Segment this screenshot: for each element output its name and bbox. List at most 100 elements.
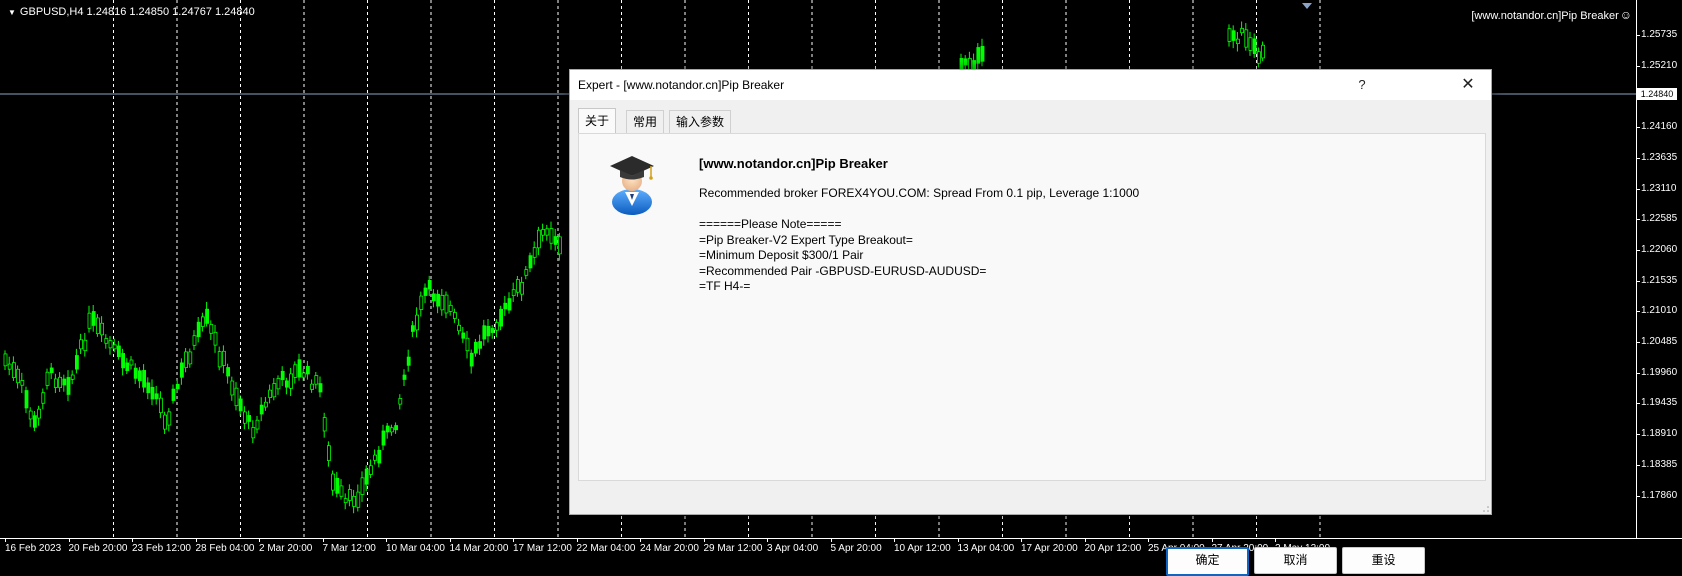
price-tick-label: 1.25735 <box>1635 29 1678 40</box>
candle-body <box>503 302 508 310</box>
graduate-icon <box>610 156 654 215</box>
ok-button[interactable]: 确定 <box>1166 547 1249 576</box>
candle-body <box>1227 28 1232 42</box>
time-tick-label: 29 Mar 12:00 <box>703 538 763 554</box>
candle-body <box>410 325 415 332</box>
candle-body <box>377 449 382 464</box>
candle-body <box>7 363 12 370</box>
tab-about[interactable]: 关于 <box>578 108 617 133</box>
candle-body <box>158 397 163 414</box>
candle-body <box>427 280 432 290</box>
candle-body <box>976 47 981 64</box>
candle-body <box>54 378 58 388</box>
candle-body <box>276 378 281 390</box>
dialog-titlebar[interactable]: Expert - [www.notandor.cn]Pip Breaker ? … <box>570 70 1491 100</box>
candle-body <box>62 378 67 386</box>
candle-body <box>499 308 504 327</box>
candle-body <box>1257 51 1261 64</box>
price-tick-label: 1.22585 <box>1635 213 1678 225</box>
candle-body <box>108 340 113 349</box>
candle-body <box>364 468 369 485</box>
dialog-title: Expert - [www.notandor.cn]Pip Breaker <box>578 78 785 92</box>
resize-grip-icon[interactable] <box>1481 504 1489 512</box>
time-tick-label: 14 Mar 20:00 <box>449 538 509 554</box>
price-tick-label: 1.23110 <box>1635 182 1677 194</box>
candle-body <box>205 308 210 324</box>
chart-shift-marker-icon[interactable] <box>1302 3 1312 9</box>
candle-body <box>516 279 520 293</box>
symbol-quote-text: GBPUSD,H4 1.24816 1.24850 1.24767 1.2484… <box>19 6 255 18</box>
candle-body <box>511 289 516 296</box>
candle-body <box>473 341 478 354</box>
time-tick-label: 20 Feb 20:00 <box>68 538 128 554</box>
time-tick-label: 10 Mar 04:00 <box>386 538 445 554</box>
tab-common[interactable]: 常用 <box>626 110 665 134</box>
candle-body <box>41 392 46 404</box>
candle-body <box>1240 28 1244 34</box>
price-axis[interactable]: 1.257351.252101.246851.241601.236351.231… <box>1635 0 1682 538</box>
candle-body <box>1244 29 1249 48</box>
candle-body <box>394 425 399 431</box>
candle-body <box>356 491 361 508</box>
candle-body <box>100 322 104 336</box>
candle-body <box>96 317 100 335</box>
time-tick-label: 17 Apr 20:00 <box>1021 538 1078 554</box>
candle-body <box>11 362 16 378</box>
candle-body <box>221 350 226 366</box>
candle-body <box>58 376 62 389</box>
candle-body <box>200 316 205 327</box>
candle-body <box>213 331 218 346</box>
candle-body <box>322 417 327 432</box>
help-button[interactable]: ? <box>1348 74 1376 96</box>
candle-body <box>419 295 424 310</box>
candle-body <box>1231 30 1236 41</box>
close-button[interactable]: ✕ <box>1454 74 1482 96</box>
candle-body <box>37 408 41 419</box>
candle-body <box>469 352 474 367</box>
time-tick-label: 17 Mar 12:00 <box>513 538 572 554</box>
cancel-button[interactable]: 取消 <box>1254 547 1337 574</box>
candle-body <box>478 341 483 349</box>
candle-body <box>402 374 407 380</box>
candle-body <box>247 415 252 422</box>
about-panel: [www.notandor.cn]Pip Breaker Recommended… <box>578 133 1486 481</box>
candle-body <box>20 380 25 386</box>
candle-body <box>368 465 373 475</box>
candle-body <box>541 229 545 236</box>
time-tick-label: 3 Apr 04:00 <box>767 538 819 554</box>
candle-body <box>301 372 306 378</box>
candle-body <box>297 359 302 378</box>
candle-body <box>339 485 344 497</box>
candle-body <box>482 325 487 340</box>
time-axis[interactable]: 16 Feb 2023 20 Feb 20:00 23 Feb 12:00 28 Fe… <box>0 538 1682 559</box>
candle-body <box>188 351 193 365</box>
candle-body <box>91 311 96 326</box>
tab-inputs[interactable]: 输入参数 <box>669 110 732 134</box>
candle-body <box>33 415 37 428</box>
triangle-down-icon[interactable]: ▼ <box>8 8 16 17</box>
candle-body <box>494 322 499 331</box>
candle-body <box>524 269 529 276</box>
candle-body <box>406 356 411 366</box>
candle-body <box>192 335 197 346</box>
reset-button[interactable]: 重设 <box>1342 547 1425 574</box>
attached-expert-label[interactable]: [www.notandor.cn]Pip Breaker☺ <box>1471 8 1632 22</box>
candle-body <box>179 362 184 378</box>
candle-body <box>558 236 562 255</box>
candle-body <box>49 367 54 374</box>
candle-body <box>217 351 222 368</box>
price-tick-label: 1.19960 <box>1635 366 1678 378</box>
expert-properties-dialog: Expert - [www.notandor.cn]Pip Breaker ? … <box>569 69 1492 576</box>
price-tick-label: 1.20485 <box>1635 336 1678 347</box>
candle-body <box>175 383 180 390</box>
candle-body <box>537 229 541 249</box>
candle-body <box>293 364 298 378</box>
candle-body <box>528 255 533 269</box>
candle-body <box>121 353 125 369</box>
candle-body <box>3 353 8 367</box>
candle-body <box>452 312 457 319</box>
candle-body <box>520 282 524 295</box>
candle-body <box>289 373 294 389</box>
candle-body <box>389 427 394 433</box>
candle-body <box>112 344 117 350</box>
